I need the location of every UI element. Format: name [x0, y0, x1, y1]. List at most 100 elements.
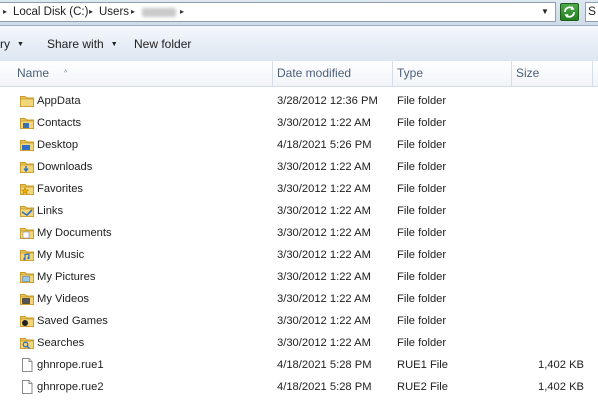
file-row[interactable]: My Pictures 3/30/2012 1:22 AM File folder — [0, 266, 598, 288]
new-folder-button[interactable]: New folder — [134, 26, 191, 61]
file-date-modified: 4/18/2021 5:26 PM — [277, 139, 372, 151]
links-folder-icon — [19, 203, 35, 219]
videos-folder-icon — [19, 291, 35, 307]
file-name: ghnrope.rue1 — [37, 359, 104, 371]
pictures-folder-icon — [19, 269, 35, 285]
file-type: File folder — [397, 249, 447, 261]
file-date-modified: 3/28/2012 12:36 PM — [277, 95, 378, 107]
file-row[interactable]: AppData 3/28/2012 12:36 PM File folder — [0, 90, 598, 112]
documents-folder-icon — [19, 225, 35, 241]
refresh-icon — [564, 6, 575, 18]
file-name: AppData — [37, 95, 81, 107]
organize-caret-icon: ▼ — [17, 41, 24, 48]
column-name-label: Name — [17, 66, 50, 80]
address-path-box[interactable]: ▸ Local Disk (C:) ▸ Users ▸ ▸ ▼ — [0, 2, 556, 22]
music-folder-icon — [19, 247, 35, 263]
breadcrumb-arrow-icon[interactable]: ▸ — [89, 3, 93, 21]
file-type: File folder — [397, 315, 447, 327]
contacts-folder-icon — [19, 115, 35, 131]
organize-label: ry — [0, 37, 10, 51]
redacted-username[interactable] — [142, 8, 176, 17]
file-row[interactable]: ghnrope.rue1 4/18/2021 5:28 PM RUE1 File 1,… — [0, 354, 598, 376]
file-row[interactable]: Searches 3/30/2012 1:22 AM File folder — [0, 332, 598, 354]
file-type: File folder — [397, 183, 447, 195]
file-date-modified: 3/30/2012 1:22 AM — [277, 249, 371, 261]
file-date-modified: 3/30/2012 1:22 AM — [277, 227, 371, 239]
share-with-button[interactable]: Share with ▼ — [47, 26, 118, 61]
file-name: Contacts — [37, 117, 82, 129]
file-size: 1,402 KB — [537, 359, 584, 371]
address-history-dropdown-icon[interactable]: ▼ — [538, 3, 552, 21]
file-row[interactable]: My Documents 3/30/2012 1:22 AM File folder — [0, 222, 598, 244]
file-type: RUE2 File — [397, 381, 448, 393]
file-name: My Documents — [37, 227, 112, 239]
column-header-size[interactable]: Size — [516, 61, 591, 86]
searches-folder-icon — [19, 335, 35, 351]
new-folder-label: New folder — [134, 37, 192, 51]
refresh-button[interactable] — [560, 3, 579, 21]
file-row[interactable]: Downloads 3/30/2012 1:22 AM File folder — [0, 156, 598, 178]
file-name: Favorites — [37, 183, 84, 195]
share-with-caret-icon: ▼ — [110, 41, 118, 48]
file-row[interactable]: My Music 3/30/2012 1:22 AM File folder — [0, 244, 598, 266]
address-bar: ▸ Local Disk (C:) ▸ Users ▸ ▸ ▼ S — [0, 0, 598, 26]
file-name: Desktop — [37, 139, 79, 151]
file-size: 1,402 KB — [537, 381, 584, 393]
file-name: Downloads — [37, 161, 93, 173]
column-divider[interactable] — [392, 61, 393, 86]
file-type: File folder — [397, 117, 447, 129]
file-row[interactable]: Contacts 3/30/2012 1:22 AM File folder — [0, 112, 598, 134]
file-type: File folder — [397, 139, 447, 151]
file-date-modified: 3/30/2012 1:22 AM — [277, 293, 371, 305]
appdata-folder-icon — [19, 93, 35, 109]
file-name: ghnrope.rue2 — [37, 381, 104, 393]
column-header-name[interactable]: Name ^ — [17, 61, 271, 86]
file-icon — [19, 357, 35, 373]
file-row[interactable]: Links 3/30/2012 1:22 AM File folder — [0, 200, 598, 222]
breadcrumb-arrow-icon[interactable]: ▸ — [180, 3, 184, 21]
file-date-modified: 3/30/2012 1:22 AM — [277, 337, 371, 349]
file-row[interactable]: ghnrope.rue2 4/18/2021 5:28 PM RUE2 File 1,… — [0, 376, 598, 398]
file-date-modified: 3/30/2012 1:22 AM — [277, 117, 371, 129]
file-icon — [19, 379, 35, 395]
file-row[interactable]: Saved Games 3/30/2012 1:22 AM File folder — [0, 310, 598, 332]
search-placeholder: S — [588, 4, 597, 18]
file-type: File folder — [397, 227, 447, 239]
file-date-modified: 3/30/2012 1:22 AM — [277, 315, 371, 327]
column-header-row: Name ^ Date modified Type Size — [0, 61, 598, 87]
file-row[interactable]: Favorites 3/30/2012 1:22 AM File folder — [0, 178, 598, 200]
file-date-modified: 3/30/2012 1:22 AM — [277, 161, 371, 173]
sort-ascending-icon: ^ — [64, 70, 68, 77]
command-toolbar: ry ▼ Share with ▼ New folder — [0, 26, 598, 62]
file-row[interactable]: My Videos 3/30/2012 1:22 AM File folder — [0, 288, 598, 310]
file-type: File folder — [397, 271, 447, 283]
file-name: My Videos — [37, 293, 90, 305]
file-type: File folder — [397, 205, 447, 217]
column-divider[interactable] — [592, 61, 593, 86]
file-type: File folder — [397, 95, 447, 107]
search-input[interactable]: S — [585, 2, 598, 22]
favorites-folder-icon — [19, 181, 35, 197]
file-name: My Pictures — [37, 271, 96, 283]
column-header-type[interactable]: Type — [397, 61, 509, 86]
breadcrumb-local-disk[interactable]: Local Disk (C:) — [13, 3, 88, 21]
column-divider[interactable] — [272, 61, 273, 86]
file-type: RUE1 File — [397, 359, 448, 371]
file-name: Links — [37, 205, 64, 217]
column-divider[interactable] — [511, 61, 512, 86]
column-header-date[interactable]: Date modified — [277, 61, 392, 86]
breadcrumb-arrow-icon[interactable]: ▸ — [131, 3, 135, 21]
file-date-modified: 3/30/2012 1:22 AM — [277, 271, 371, 283]
file-name: My Music — [37, 249, 85, 261]
file-row[interactable]: Desktop 4/18/2021 5:26 PM File folder — [0, 134, 598, 156]
organize-button[interactable]: ry ▼ — [0, 26, 24, 61]
file-type: File folder — [397, 293, 447, 305]
breadcrumb-users[interactable]: Users — [99, 3, 129, 21]
share-with-label: Share with — [47, 37, 104, 51]
file-date-modified: 4/18/2021 5:28 PM — [277, 359, 372, 371]
file-date-modified: 4/18/2021 5:28 PM — [277, 381, 372, 393]
downloads-folder-icon — [19, 159, 35, 175]
file-name: Searches — [37, 337, 85, 349]
saved-games-folder-icon — [19, 313, 35, 329]
breadcrumb-arrow-icon[interactable]: ▸ — [3, 3, 7, 21]
